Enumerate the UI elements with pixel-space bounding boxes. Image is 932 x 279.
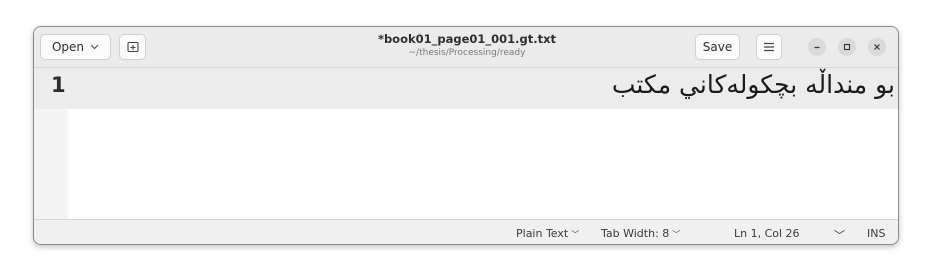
tab-width-label: Tab Width: 8 xyxy=(601,227,670,240)
open-button[interactable]: Open xyxy=(40,34,111,60)
line-text[interactable]: بو منداڵه بچكولەكاني مكتب xyxy=(612,70,895,99)
tab-width-selector[interactable]: Tab Width: 8 ﹀ xyxy=(601,227,680,240)
chevron-down-icon: ﹀ xyxy=(672,230,681,239)
close-button[interactable] xyxy=(868,38,886,56)
title-area: *book01_page01_001.gt.txt ~/thesis/Proce… xyxy=(284,32,650,59)
close-icon xyxy=(873,43,881,51)
main-menu-button[interactable] xyxy=(756,34,782,60)
chevron-down-icon[interactable]: ﹀ xyxy=(834,227,845,243)
chevron-down-icon: ﹀ xyxy=(571,230,580,239)
line-number: 1 xyxy=(51,73,66,97)
save-button[interactable]: Save xyxy=(695,34,740,60)
open-button-label: Open xyxy=(51,40,85,54)
current-line[interactable]: 1 بو منداڵه بچكولەكاني مكتب xyxy=(34,68,898,109)
chevron-down-icon xyxy=(90,44,99,50)
minimize-icon xyxy=(813,43,821,51)
new-tab-button[interactable] xyxy=(119,34,146,60)
header-bar: Open *book01_page01_001.gt.txt ~/thesis/… xyxy=(34,27,898,68)
language-label: Plain Text xyxy=(516,227,569,240)
text-editor-window: Open *book01_page01_001.gt.txt ~/thesis/… xyxy=(33,26,899,245)
language-selector[interactable]: Plain Text ﹀ xyxy=(516,227,579,240)
document-path: ~/thesis/Processing/ready xyxy=(408,48,526,58)
cursor-position[interactable]: Ln 1, Col 26 xyxy=(734,227,800,240)
insert-mode-indicator[interactable]: INS xyxy=(867,227,885,240)
maximize-icon xyxy=(843,43,851,51)
text-editor-area[interactable]: 1 بو منداڵه بچكولەكاني مكتب xyxy=(34,68,898,219)
maximize-button[interactable] xyxy=(838,38,856,56)
status-bar: Plain Text ﹀ Tab Width: 8 ﹀ Ln 1, Col 26 ﹀… xyxy=(34,219,898,244)
document-title: *book01_page01_001.gt.txt xyxy=(377,32,557,46)
hamburger-menu-icon xyxy=(763,42,775,52)
new-tab-icon xyxy=(126,41,139,53)
minimize-button[interactable] xyxy=(808,38,826,56)
